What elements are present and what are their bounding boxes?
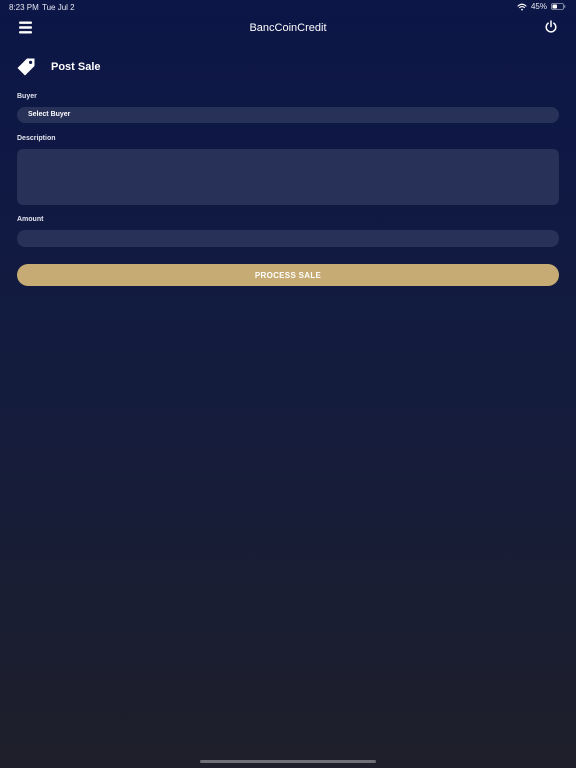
description-field[interactable] <box>17 149 559 205</box>
status-date: Tue Jul 2 <box>42 3 75 12</box>
buyer-select[interactable]: Select Buyer <box>17 107 559 123</box>
app-title: BancCoinCredit <box>249 22 327 34</box>
tag-icon <box>16 57 36 77</box>
power-icon[interactable] <box>544 20 558 34</box>
page-header: Post Sale <box>16 56 101 78</box>
nav-bar: BancCoinCredit <box>0 14 576 42</box>
battery-icon <box>551 3 566 10</box>
process-sale-button[interactable]: PROCESS SALE <box>17 264 559 286</box>
wifi-icon <box>517 3 527 11</box>
status-indicators: 45% <box>517 2 566 11</box>
buyer-label: Buyer <box>17 93 37 100</box>
home-indicator[interactable] <box>200 760 376 763</box>
status-bar: 8:23 PM Tue Jul 2 45% <box>0 0 576 14</box>
battery-percent: 45% <box>530 2 547 11</box>
status-time: 8:23 PM <box>9 3 39 12</box>
page-title: Post Sale <box>51 61 101 73</box>
amount-label: Amount <box>17 216 44 223</box>
amount-field[interactable] <box>17 230 559 247</box>
description-label: Description <box>17 135 56 142</box>
